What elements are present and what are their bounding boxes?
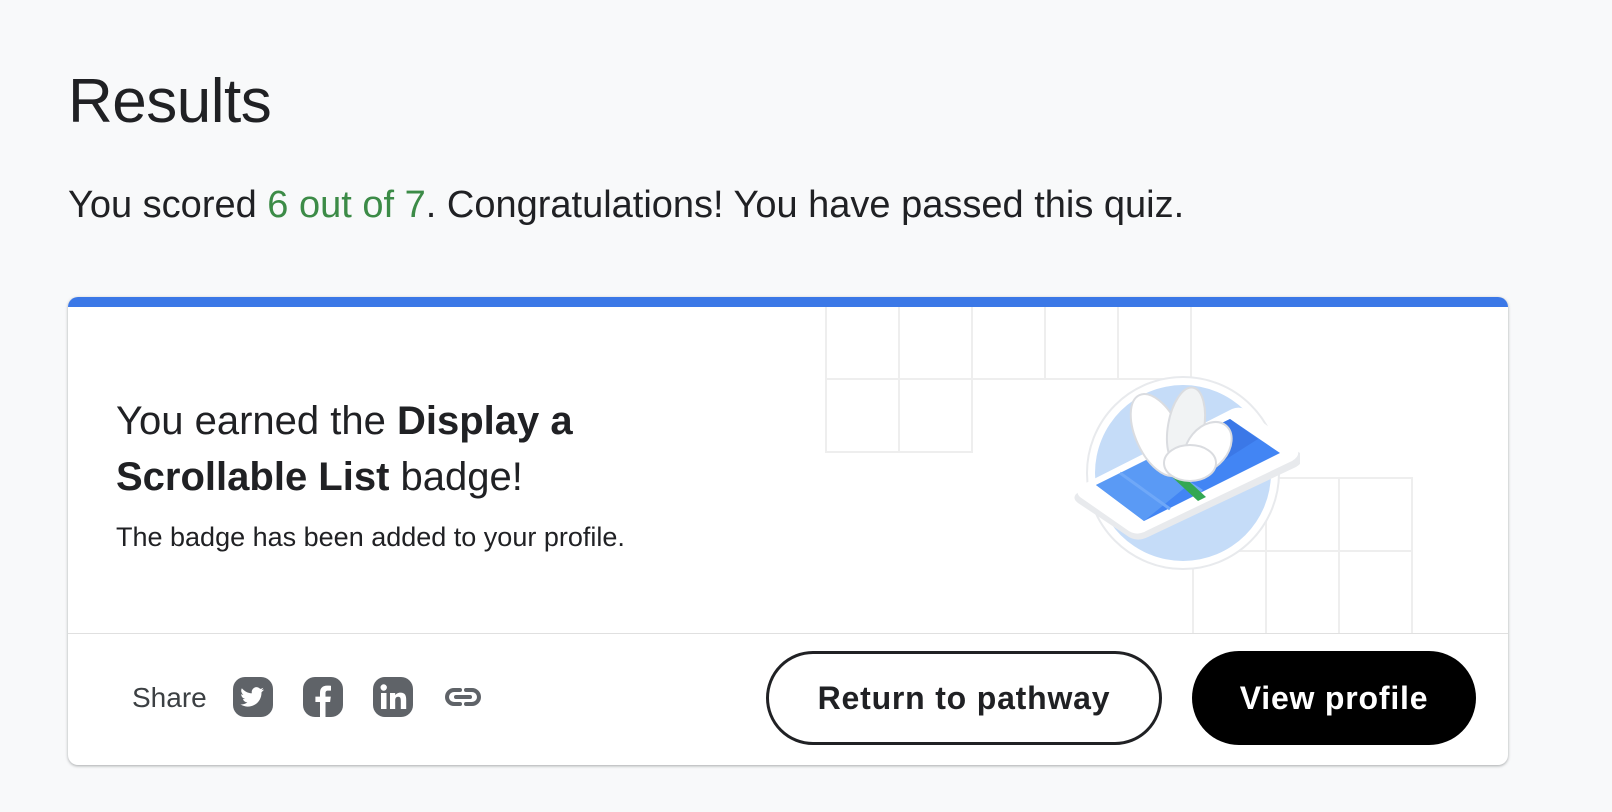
card-body: You earned the Display a Scrollable List… [68,307,1508,633]
results-page: Results You scored 6 out of 7. Congratul… [0,0,1612,812]
earned-suffix: badge! [389,455,523,499]
earned-prefix: You earned the [116,399,397,443]
badge-card: You earned the Display a Scrollable List… [68,297,1508,765]
facebook-icon[interactable] [302,676,344,718]
badge-added-text: The badge has been added to your profile… [116,522,625,552]
card-accent-bar [68,297,1508,307]
card-footer: Share Return to pathway View profile [68,634,1508,765]
score-summary: You scored 6 out of 7. Congratulations! … [68,180,1184,230]
twitter-icon[interactable] [232,676,274,718]
link-icon[interactable] [442,676,484,718]
return-to-pathway-button[interactable]: Return to pathway [766,651,1162,745]
badge-earned-heading: You earned the Display a Scrollable List… [116,393,676,505]
score-suffix: . Congratulations! You have passed this … [425,184,1185,226]
linkedin-icon[interactable] [372,676,414,718]
score-prefix: You scored [68,184,268,226]
view-profile-button[interactable]: View profile [1192,651,1476,745]
page-title: Results [68,67,272,136]
badge-icon [1074,376,1300,570]
score-value: 6 out of 7 [267,184,426,226]
share-label: Share [132,682,207,713]
